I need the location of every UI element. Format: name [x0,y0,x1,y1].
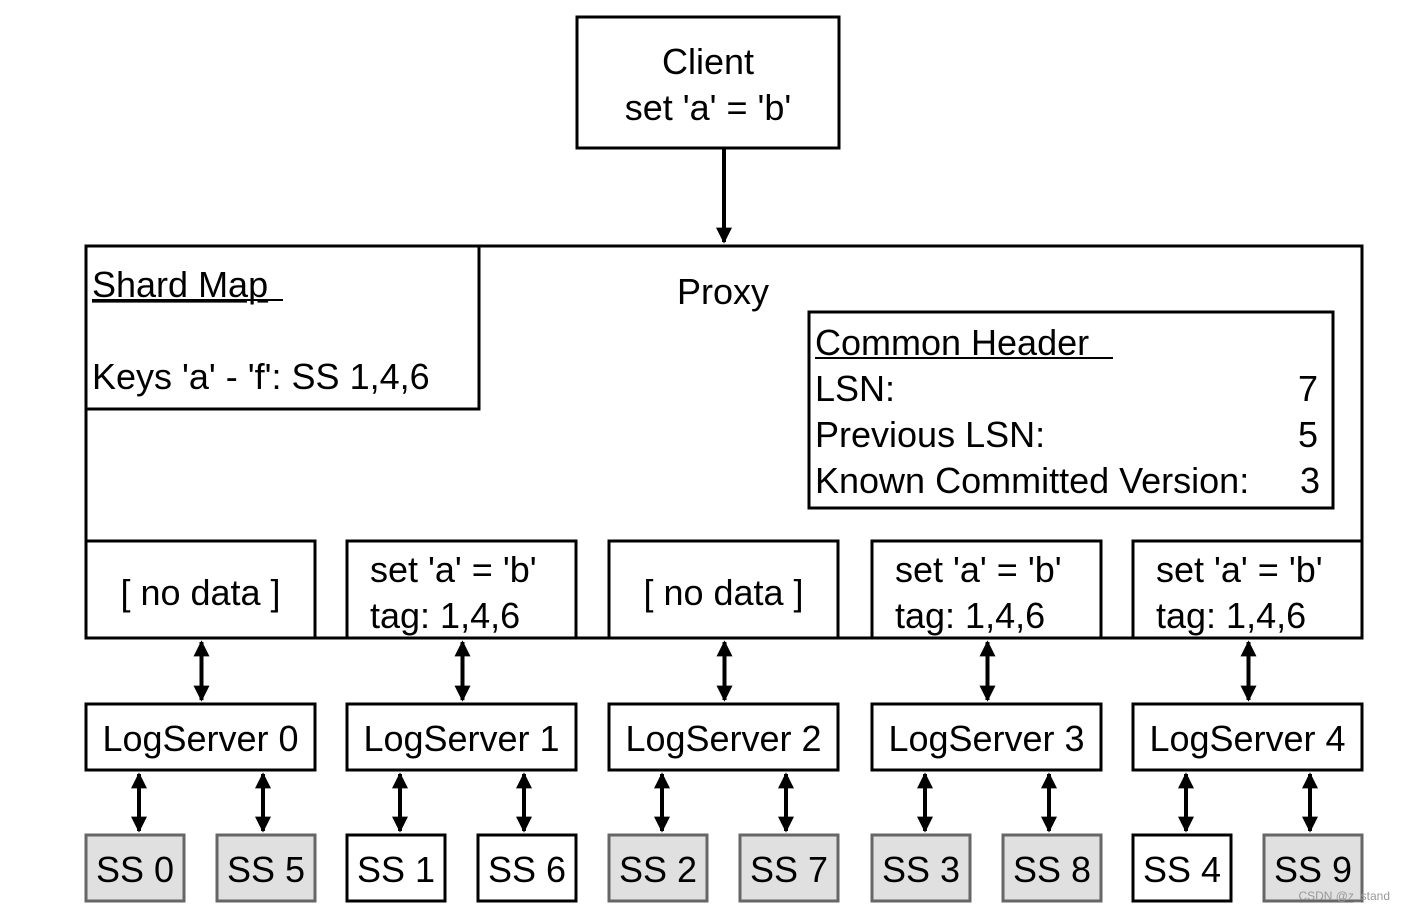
logserver-2: LogServer 2 [607,702,840,772]
storage-server-2: SS 1 [345,833,447,903]
storage-server-label: SS 2 [619,849,697,890]
previous-lsn-label: Previous LSN: [815,414,1045,455]
storage-server-8: SS 4 [1131,833,1233,903]
proxy-slot-0: [ no data ] [84,539,317,640]
logserver-label: LogServer 0 [102,718,298,759]
client-node: Client set 'a' = 'b' [575,15,841,150]
logserver-label: LogServer 3 [888,718,1084,759]
proxy-slot-2: [ no data ] [607,539,840,640]
proxy-slot-3: set 'a' = 'b' tag: 1,4,6 [870,539,1103,640]
slot-tag: tag: 1,4,6 [895,595,1045,636]
storage-server-5: SS 7 [738,833,840,903]
shard-map: Shard Map Keys 'a' - 'f': SS 1,4,6 [84,244,481,411]
storage-server-label: SS 5 [227,849,305,890]
storage-server-label: SS 0 [96,849,174,890]
known-committed-version-value: 3 [1300,460,1320,501]
proxy-slot-1: set 'a' = 'b' tag: 1,4,6 [345,539,578,640]
watermark: CSDN @z_stand [1298,889,1390,903]
diagram-canvas: Client set 'a' = 'b' Proxy Shard Map Key… [84,15,1390,903]
storage-server-7: SS 8 [1001,833,1103,903]
storage-server-label: SS 3 [882,849,960,890]
client-command: set 'a' = 'b' [625,87,792,128]
storage-server-1: SS 5 [215,833,317,903]
logserver-4: LogServer 4 [1131,702,1364,772]
proxy-label: Proxy [677,271,769,312]
client-title: Client [662,41,754,82]
lsn-value: 7 [1298,368,1318,409]
storage-server-label: SS 1 [357,849,435,890]
proxy-slot-4: set 'a' = 'b' tag: 1,4,6 [1131,539,1364,640]
lsn-label: LSN: [815,368,895,409]
common-header-title: Common Header [815,322,1089,363]
shard-map-entry: Keys 'a' - 'f': SS 1,4,6 [92,356,430,397]
storage-server-label: SS 4 [1143,849,1221,890]
known-committed-version-label: Known Committed Version: [815,460,1249,501]
logserver-label: LogServer 4 [1149,718,1345,759]
shard-map-title: Shard Map [92,264,268,305]
slot-command: set 'a' = 'b' [370,549,537,590]
slot-text: [ no data ] [643,572,803,613]
common-header: Common Header LSN: 7 Previous LSN: 5 Kno… [807,310,1335,510]
storage-server-0: SS 0 [84,833,186,903]
slot-text: [ no data ] [120,572,280,613]
logserver-label: LogServer 2 [625,718,821,759]
storage-server-label: SS 9 [1274,849,1352,890]
storage-server-label: SS 6 [488,849,566,890]
slot-tag: tag: 1,4,6 [1156,595,1306,636]
previous-lsn-value: 5 [1298,414,1318,455]
logserver-1: LogServer 1 [345,702,578,772]
logserver-label: LogServer 1 [363,718,559,759]
storage-server-6: SS 3 [870,833,972,903]
slot-tag: tag: 1,4,6 [370,595,520,636]
storage-server-label: SS 7 [750,849,828,890]
storage-server-3: SS 6 [476,833,578,903]
slot-command: set 'a' = 'b' [1156,549,1323,590]
slot-command: set 'a' = 'b' [895,549,1062,590]
storage-server-label: SS 8 [1013,849,1091,890]
logserver-3: LogServer 3 [870,702,1103,772]
logserver-0: LogServer 0 [84,702,317,772]
storage-server-4: SS 2 [607,833,709,903]
diagram: Client set 'a' = 'b' Proxy Shard Map Key… [0,0,1406,912]
